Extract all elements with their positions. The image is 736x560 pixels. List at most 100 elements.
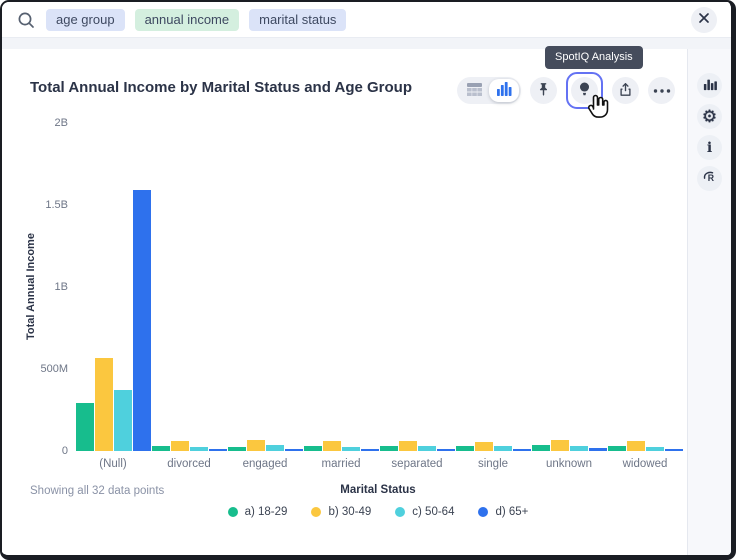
legend-label: b) 30-49: [328, 506, 371, 518]
settings-gear-icon: ⚙: [702, 107, 717, 127]
bar[interactable]: [418, 446, 436, 451]
legend-dot: [395, 507, 405, 517]
answer-toolbar: [457, 72, 675, 109]
bar[interactable]: [228, 447, 246, 451]
bar[interactable]: [209, 449, 227, 451]
share-button[interactable]: [612, 77, 639, 104]
bar[interactable]: [266, 445, 284, 451]
bar[interactable]: [285, 449, 303, 451]
y-tick-label: 2B: [2, 116, 68, 130]
view-toggle: [457, 77, 521, 104]
legend-label: c) 50-64: [412, 506, 454, 518]
spotiq-analysis-button[interactable]: [571, 77, 598, 104]
bar-group: separated: [379, 123, 455, 451]
x-category-label: single: [455, 458, 531, 470]
x-axis-title: Marital Status: [75, 484, 681, 496]
answer-title: Total Annual Income by Marital Status an…: [30, 79, 412, 96]
bar-group: (Null): [75, 123, 151, 451]
bar[interactable]: [361, 449, 379, 451]
spotiq-tooltip: SpotIQ Analysis: [545, 46, 643, 69]
more-options-button[interactable]: [648, 77, 675, 104]
bar[interactable]: [342, 447, 360, 451]
spotiq-focus-ring: [566, 72, 603, 109]
x-category-label: separated: [379, 458, 455, 470]
search-icon: [16, 10, 36, 30]
bar[interactable]: [608, 446, 626, 451]
more-options-icon: [653, 89, 671, 93]
table-view-icon: [466, 82, 483, 100]
bar[interactable]: [76, 403, 94, 451]
bar[interactable]: [570, 446, 588, 451]
bar[interactable]: [437, 449, 455, 451]
bar[interactable]: [190, 447, 208, 451]
right-icon-rail: ⚙ i R: [687, 49, 731, 555]
chart-view-icon: [496, 81, 512, 100]
close-icon: [698, 12, 710, 27]
bar[interactable]: [513, 449, 531, 451]
bar-chart-plot: (Null)divorcedengagedmarriedseparatedsin…: [75, 123, 681, 451]
r-analysis-icon: R: [701, 168, 719, 189]
bar[interactable]: [665, 449, 683, 451]
x-category-label: married: [303, 458, 379, 470]
bar[interactable]: [304, 446, 322, 451]
info-icon: i: [707, 140, 712, 156]
bar[interactable]: [152, 446, 170, 451]
search-token-list: age group annual income marital status: [46, 9, 691, 31]
bar[interactable]: [456, 446, 474, 451]
legend-dot: [478, 507, 488, 517]
search-input[interactable]: [356, 12, 691, 27]
legend-item[interactable]: a) 18-29: [228, 506, 288, 518]
legend-item[interactable]: b) 30-49: [311, 506, 371, 518]
legend-item[interactable]: d) 65+: [478, 506, 528, 518]
close-button[interactable]: [691, 7, 717, 33]
y-tick-label: 0: [2, 444, 68, 458]
legend-label: d) 65+: [495, 506, 528, 518]
x-category-label: (Null): [75, 458, 151, 470]
bar[interactable]: [627, 441, 645, 451]
bar-group: widowed: [607, 123, 683, 451]
x-category-label: engaged: [227, 458, 303, 470]
chart-view-button[interactable]: [489, 79, 519, 102]
svg-text:R: R: [707, 173, 714, 183]
spotiq-balloon-icon: [576, 80, 593, 102]
legend-dot: [228, 507, 238, 517]
chart-config-button[interactable]: [697, 73, 722, 98]
y-axis-ticks: 0500M1B1.5B2B: [2, 123, 68, 451]
x-category-label: widowed: [607, 458, 683, 470]
search-token[interactable]: age group: [46, 9, 125, 31]
pin-button[interactable]: [530, 77, 557, 104]
bar[interactable]: [380, 446, 398, 451]
legend-dot: [311, 507, 321, 517]
bar[interactable]: [323, 441, 341, 451]
bar[interactable]: [494, 446, 512, 451]
answer-window: age group annual income marital status Tot…: [0, 0, 736, 560]
bar[interactable]: [95, 358, 113, 451]
bar[interactable]: [399, 441, 417, 451]
bar[interactable]: [589, 448, 607, 451]
bar[interactable]: [247, 440, 265, 451]
x-category-label: unknown: [531, 458, 607, 470]
r-analysis-button[interactable]: R: [697, 166, 722, 191]
legend: a) 18-29 b) 30-49 c) 50-64 d) 65+: [75, 506, 681, 518]
bar[interactable]: [171, 441, 189, 451]
share-icon: [617, 81, 634, 101]
legend-label: a) 18-29: [245, 506, 288, 518]
search-token[interactable]: marital status: [249, 9, 346, 31]
x-category-label: divorced: [151, 458, 227, 470]
bar-group: unknown: [531, 123, 607, 451]
search-bar: age group annual income marital status: [2, 2, 731, 38]
table-view-button[interactable]: [459, 79, 489, 102]
legend-item[interactable]: c) 50-64: [395, 506, 454, 518]
y-tick-label: 1B: [2, 280, 68, 294]
bar[interactable]: [114, 390, 132, 451]
y-tick-label: 1.5B: [2, 198, 68, 212]
chart-config-icon: [703, 76, 717, 96]
bar[interactable]: [646, 447, 664, 451]
search-token[interactable]: annual income: [135, 9, 240, 31]
info-button[interactable]: i: [697, 135, 722, 160]
settings-button[interactable]: ⚙: [697, 104, 722, 129]
bar[interactable]: [532, 445, 550, 451]
bar[interactable]: [551, 440, 569, 451]
bar[interactable]: [475, 442, 493, 452]
bar[interactable]: [133, 190, 151, 451]
